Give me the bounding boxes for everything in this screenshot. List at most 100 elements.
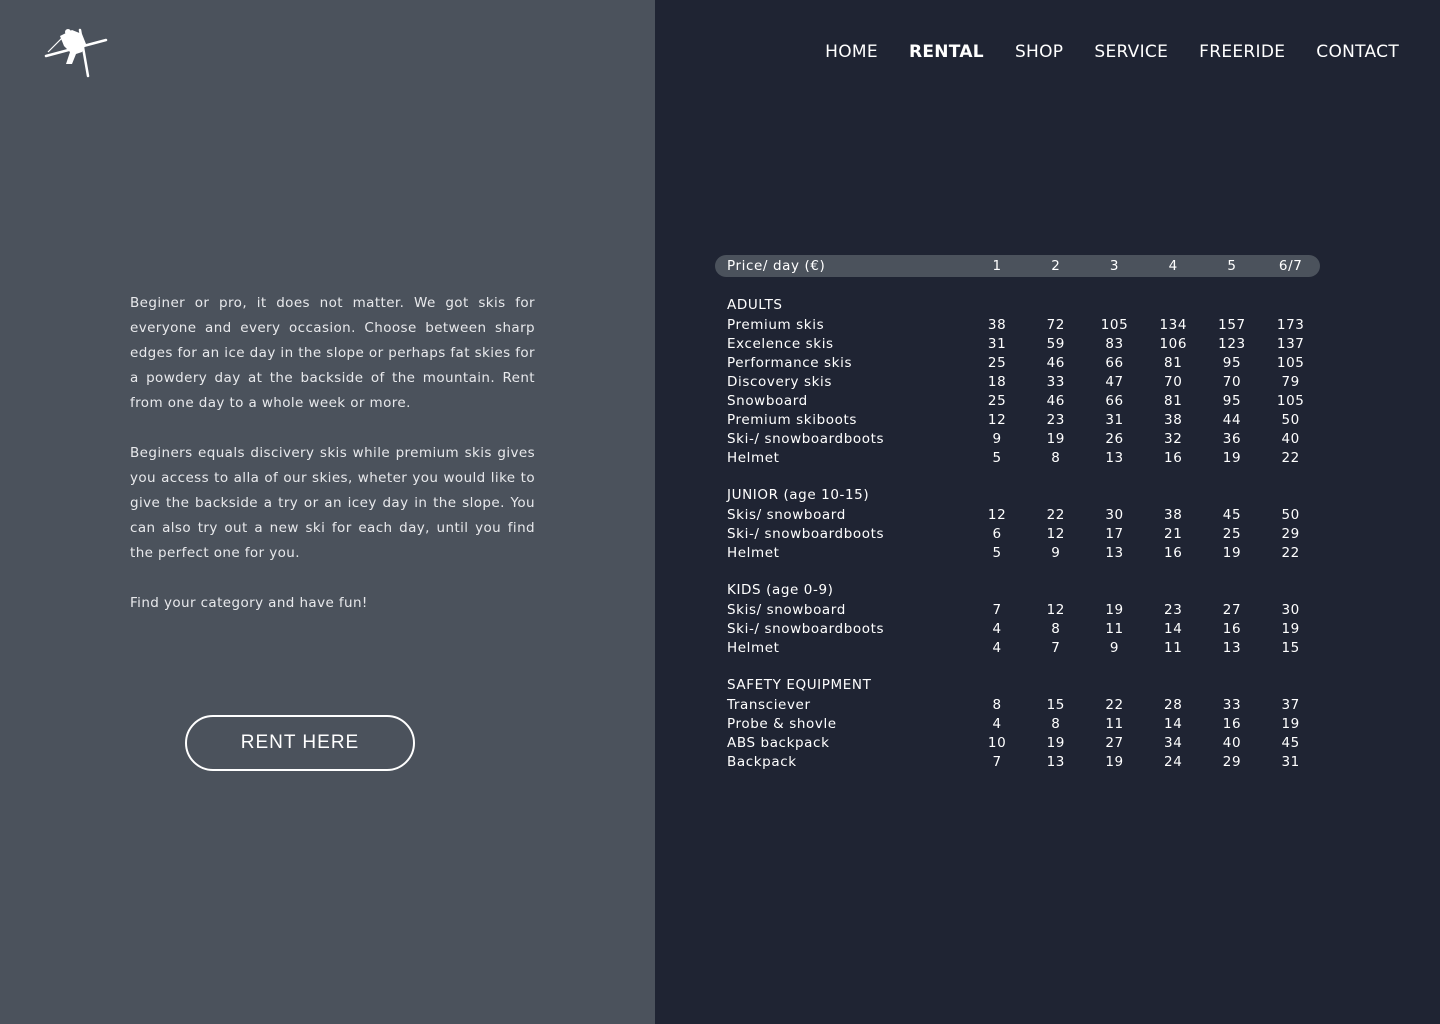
price-cell: 7	[1051, 639, 1061, 656]
nav-shop[interactable]: SHOP	[1015, 40, 1063, 64]
price-cell: 50	[1281, 411, 1300, 428]
price-cell: 11	[1105, 620, 1124, 637]
price-cell: 15	[1281, 639, 1300, 656]
table-row: Helmet 4 7 9 11 13 15	[715, 638, 1320, 657]
price-cell: 34	[1164, 734, 1183, 751]
logo[interactable]	[42, 24, 110, 80]
price-cell: 26	[1105, 430, 1124, 447]
price-cell: 137	[1276, 335, 1305, 352]
price-cell: 14	[1164, 715, 1183, 732]
price-cell: 16	[1222, 715, 1242, 732]
table-row: Skis/ snowboard 12 22 30 38 45 50	[715, 505, 1320, 524]
section-title: ADULTS	[727, 297, 783, 313]
price-cell: 70	[1222, 373, 1242, 390]
price-cell: 13	[1105, 544, 1124, 561]
intro-text: Beginer or pro, it does not matter. We g…	[130, 291, 535, 641]
table-row: Ski-/ snowboardboots 6 12 17 21 25 29	[715, 524, 1320, 543]
price-cell: 30	[1105, 506, 1124, 523]
price-cell: 13	[1222, 639, 1242, 656]
day-column-header: 6/7	[1278, 258, 1303, 274]
item-label: Helmet	[727, 449, 780, 466]
price-cell: 22	[1105, 696, 1124, 713]
price-cell: 21	[1164, 525, 1183, 542]
item-label: Snowboard	[727, 392, 808, 409]
price-cell: 79	[1281, 373, 1300, 390]
price-cell: 40	[1222, 734, 1242, 751]
price-section: SAFETY EQUIPMENT Transciever 8 15 22 28 33 37 Pr…	[715, 676, 1320, 771]
skier-icon	[44, 28, 108, 78]
table-row: Probe & shovle 4 8 11 14 16 19	[715, 714, 1320, 733]
price-cell: 19	[1105, 753, 1124, 770]
price-sections: ADULTS Premium skis 38 72 105 134 157 173 Excele…	[715, 296, 1320, 771]
price-cell: 16	[1164, 544, 1183, 561]
price-cell: 19	[1222, 449, 1242, 466]
day-column-header: 5	[1227, 258, 1237, 274]
price-cell: 44	[1222, 411, 1242, 428]
intro-paragraph: Beginer or pro, it does not matter. We g…	[130, 295, 535, 411]
price-cell: 18	[987, 373, 1007, 390]
price-cell: 16	[1164, 449, 1183, 466]
price-cell: 12	[987, 506, 1007, 523]
price-cell: 38	[1164, 411, 1183, 428]
price-cell: 81	[1164, 354, 1183, 371]
price-cell: 31	[1281, 753, 1300, 770]
price-cell: 25	[987, 354, 1007, 371]
table-row: Discovery skis 18 33 47 70 70 79	[715, 372, 1320, 391]
nav-contact[interactable]: CONTACT	[1316, 40, 1399, 64]
price-cell: 11	[1164, 639, 1183, 656]
price-cell: 17	[1105, 525, 1124, 542]
price-cell: 7	[992, 601, 1002, 618]
price-cell: 9	[1109, 639, 1120, 656]
item-label: Discovery skis	[727, 373, 833, 390]
price-cell: 19	[1046, 430, 1065, 447]
price-cell: 19	[1222, 544, 1242, 561]
day-column-header: 1	[992, 258, 1002, 274]
price-section: ADULTS Premium skis 38 72 105 134 157 173 Excele…	[715, 296, 1320, 467]
nav-rental[interactable]: RENTAL	[909, 40, 984, 64]
item-label: Ski-/ snowboardboots	[727, 525, 885, 542]
item-label: Excelence skis	[727, 335, 834, 352]
price-cell: 25	[1222, 525, 1242, 542]
price-cell: 81	[1164, 392, 1183, 409]
nav-service[interactable]: SERVICE	[1094, 40, 1168, 64]
nav-freeride[interactable]: FREERIDE	[1199, 40, 1285, 64]
price-cell: 66	[1105, 392, 1124, 409]
day-column-header: 4	[1168, 258, 1178, 274]
day-column-header: 2	[1051, 258, 1061, 274]
price-cell: 4	[992, 639, 1002, 656]
price-cell: 23	[1046, 411, 1065, 428]
nav-home[interactable]: HOME	[825, 40, 878, 64]
table-row: Performance skis 25 46 66 81 95 105	[715, 353, 1320, 372]
price-cell: 70	[1164, 373, 1183, 390]
price-cell: 31	[987, 335, 1007, 352]
price-cell: 8	[1051, 620, 1061, 637]
price-cell: 47	[1105, 373, 1124, 390]
price-cell: 157	[1218, 316, 1246, 333]
price-cell: 29	[1222, 753, 1242, 770]
rent-here-button[interactable]: RENT HERE	[185, 715, 415, 771]
price-cell: 95	[1222, 392, 1242, 409]
price-cell: 29	[1281, 525, 1300, 542]
price-table: Price/ day (€) 1 2 3 4 5 6/7 ADULTS Premi…	[715, 255, 1320, 771]
price-cell: 22	[1281, 449, 1300, 466]
price-cell: 16	[1222, 620, 1242, 637]
price-cell: 24	[1164, 753, 1183, 770]
price-cell: 95	[1222, 354, 1242, 371]
price-cell: 38	[1164, 506, 1183, 523]
price-cell: 36	[1222, 430, 1242, 447]
item-label: Premium skiboots	[727, 411, 857, 428]
price-cell: 7	[992, 753, 1002, 770]
price-cell: 33	[1222, 696, 1242, 713]
item-label: Transciever	[727, 696, 811, 713]
table-row: Skis/ snowboard 7 12 19 23 27 30	[715, 600, 1320, 619]
day-column-header: 3	[1109, 258, 1120, 274]
price-cell: 13	[1046, 753, 1065, 770]
price-cell: 66	[1105, 354, 1124, 371]
table-row: Helmet 5 8 13 16 19 22	[715, 448, 1320, 467]
price-cell: 19	[1105, 601, 1124, 618]
item-label: ABS backpack	[727, 734, 830, 751]
price-cell: 105	[1100, 316, 1129, 333]
price-cell: 9	[992, 430, 1002, 447]
item-label: Probe & shovle	[727, 715, 837, 732]
price-cell: 50	[1281, 506, 1300, 523]
